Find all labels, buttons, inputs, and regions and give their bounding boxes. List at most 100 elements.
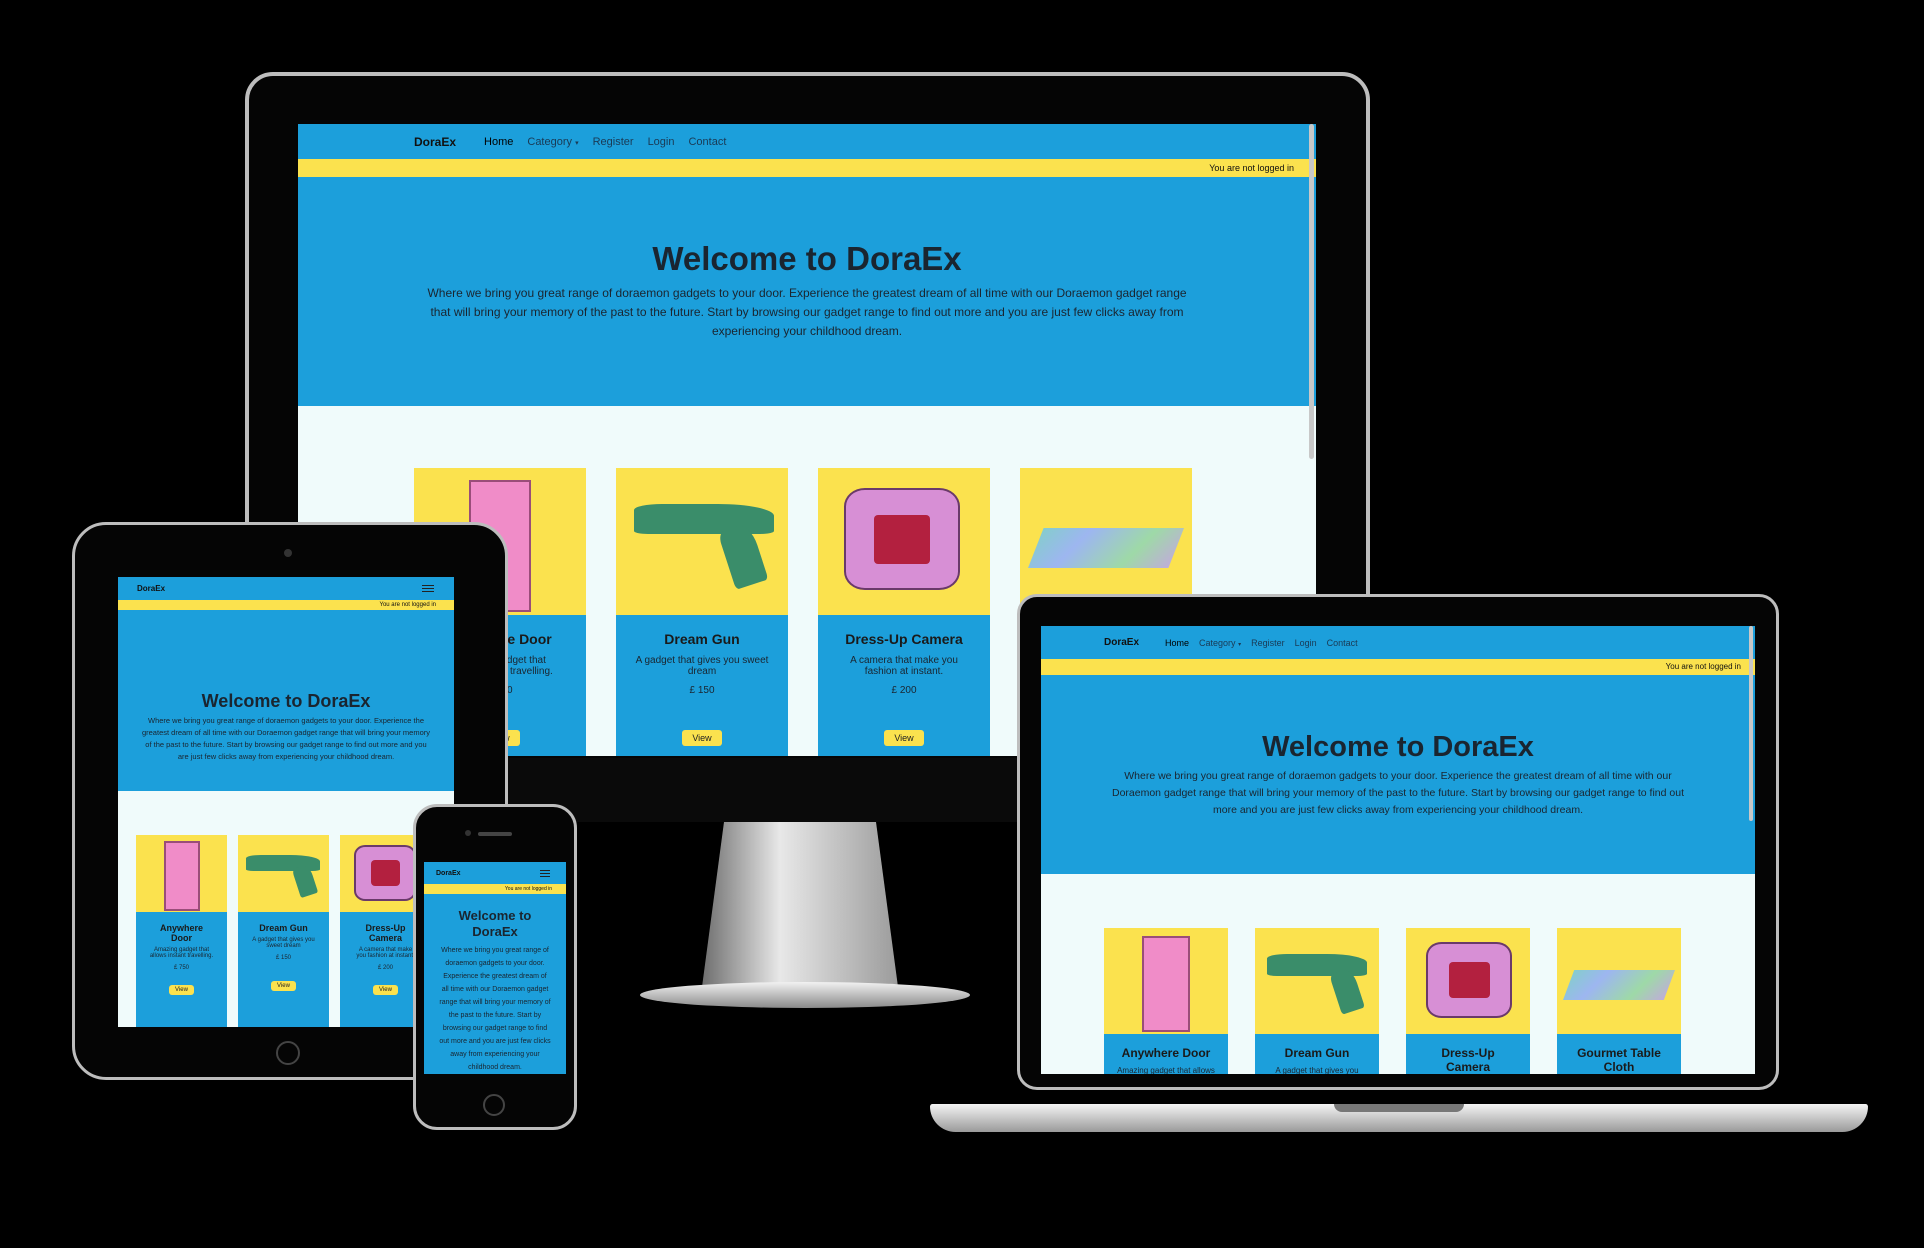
nav-category[interactable]: Category ▾ (1199, 638, 1241, 648)
nav-register[interactable]: Register (593, 136, 634, 148)
nav-home[interactable]: Home (484, 136, 513, 148)
desktop-foot (640, 982, 970, 1008)
laptop-notch (1334, 1104, 1464, 1112)
navbar: DoraEx Home Category ▾ Register Login Co… (298, 124, 1316, 159)
product-image (616, 468, 788, 615)
login-status: You are not logged in (118, 600, 454, 610)
view-button[interactable]: View (682, 730, 722, 746)
product-price: £ 150 (689, 685, 715, 696)
product-card: Anywhere Door Amazing gadget that allows… (136, 835, 227, 1027)
menu-icon[interactable] (422, 585, 434, 592)
brand-logo[interactable]: DoraEx (1104, 637, 1139, 648)
camera-image (354, 845, 416, 901)
tablet-camera (284, 549, 292, 557)
view-button[interactable]: View (373, 985, 398, 995)
product-grid: Anywhere Door Amazing gadget that allows… (1041, 874, 1755, 1074)
phone-camera (465, 830, 471, 836)
login-status: You are not logged in (298, 159, 1316, 177)
product-price: £ 200 (891, 685, 917, 696)
hero-text: Where we bring you great range of doraem… (141, 716, 431, 761)
phone-speaker (478, 832, 512, 836)
product-name: Dress-Up Camera (845, 631, 963, 647)
nav-category[interactable]: Category ▾ (527, 136, 578, 148)
product-desc: A gadget that gives you sweet dream (635, 655, 769, 677)
view-button[interactable]: View (271, 981, 296, 991)
product-name: Dream Gun (1284, 1046, 1350, 1060)
product-price: £ 750 (173, 965, 189, 971)
login-status: You are not logged in (424, 884, 566, 894)
nav-category-label: Category (1199, 637, 1236, 648)
login-status: You are not logged in (1041, 659, 1755, 675)
door-image (1142, 936, 1190, 1032)
product-name: Anywhere Door (159, 923, 203, 943)
product-desc: A gadget that gives you sweet dream (1275, 1066, 1359, 1074)
product-image (818, 468, 990, 615)
product-card: Dress-Up Camera (1406, 928, 1530, 1074)
product-desc: A gadget that gives you sweet dream (252, 937, 315, 949)
navbar: DoraEx Home Category ▾ Register Login Co… (1041, 626, 1755, 659)
product-card: Gourmet Table Cloth (1557, 928, 1681, 1074)
camera-image (1426, 942, 1512, 1018)
gun-image (634, 504, 774, 534)
product-desc: Amazing gadget that allows instant trave… (149, 947, 214, 959)
tablecloth-image (1563, 970, 1675, 1000)
door-image (164, 841, 200, 911)
view-button[interactable]: View (884, 730, 924, 746)
hero-title: Welcome to DoraEx (458, 908, 532, 939)
scrollbar[interactable] (1749, 626, 1753, 821)
phone-home-button[interactable] (483, 1094, 505, 1116)
product-name: Anywhere Door (1121, 1046, 1211, 1060)
tablet-screen: DoraEx You are not logged in Welcome to … (118, 577, 454, 1027)
nav-home[interactable]: Home (1165, 638, 1189, 648)
navbar: DoraEx (118, 577, 454, 600)
product-image (1557, 928, 1681, 1034)
product-name: Gourmet Table Cloth (1577, 1046, 1661, 1074)
gun-image (1267, 954, 1367, 976)
product-card: Dress-Up Camera A camera that make you f… (818, 468, 990, 756)
product-image (1255, 928, 1379, 1034)
hero-section: Welcome to DoraEx Where we bring you gre… (424, 894, 566, 1074)
navbar: DoraEx (424, 862, 566, 884)
product-grid: Anywhere Door Amazing gadget that allows… (118, 791, 454, 1027)
hero-text: Where we bring you great range of doraem… (427, 286, 1187, 338)
product-desc: Amazing gadget that allows instant trave… (1117, 1066, 1215, 1074)
product-desc: A camera that make you fashion at instan… (356, 947, 415, 959)
hero-title: Welcome to DoraEx (652, 240, 962, 277)
product-image (238, 835, 329, 912)
nav-login[interactable]: Login (1295, 638, 1317, 648)
nav-contact[interactable]: Contact (1327, 638, 1358, 648)
view-button[interactable]: View (169, 985, 194, 995)
nav-register[interactable]: Register (1251, 638, 1285, 648)
product-image (1406, 928, 1530, 1034)
product-name: Dream Gun (259, 923, 308, 933)
chevron-down-icon: ▾ (1238, 641, 1242, 648)
hero-text: Where we bring you great range of doraem… (439, 947, 551, 1071)
product-card: Dream Gun A gadget that gives you sweet … (616, 468, 788, 756)
tablet-home-button[interactable] (276, 1041, 300, 1065)
menu-icon[interactable] (540, 869, 550, 877)
nav-category-label: Category (527, 135, 573, 148)
nav-login[interactable]: Login (648, 136, 675, 148)
product-desc: A camera that make you fashion at instan… (850, 655, 958, 677)
product-card: Dream Gun A gadget that gives you sweet … (238, 835, 329, 1027)
hero-title: Welcome to DoraEx (201, 691, 371, 711)
desktop-stand (700, 822, 900, 1002)
product-card: Dream Gun A gadget that gives you sweet … (1255, 928, 1379, 1074)
nav-contact[interactable]: Contact (688, 136, 726, 148)
hero-section: Welcome to DoraEx Where we bring you gre… (118, 610, 454, 791)
scrollbar[interactable] (1309, 124, 1314, 459)
chevron-down-icon: ▾ (575, 139, 579, 147)
product-image (1020, 468, 1192, 615)
product-price: £ 150 (275, 955, 291, 961)
hero-section: Welcome to DoraEx Where we bring you gre… (1041, 675, 1755, 874)
hero-title: Welcome to DoraEx (1262, 731, 1534, 763)
brand-logo[interactable]: DoraEx (414, 135, 456, 149)
tablecloth-image (1028, 528, 1184, 568)
phone-screen: DoraEx You are not logged in Welcome to … (424, 862, 566, 1074)
brand-logo[interactable]: DoraEx (436, 870, 461, 877)
product-card: Anywhere Door Amazing gadget that allows… (1104, 928, 1228, 1074)
camera-image (844, 488, 960, 590)
brand-logo[interactable]: DoraEx (137, 584, 165, 593)
hero-text: Where we bring you great range of doraem… (1112, 770, 1684, 816)
product-name: Dress-Up Camera (365, 923, 406, 943)
